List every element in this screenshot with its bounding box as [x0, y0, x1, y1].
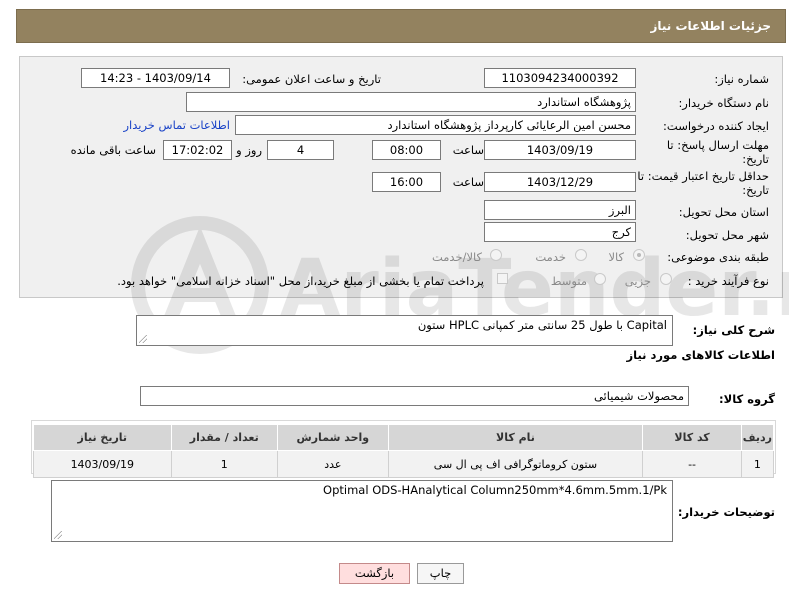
reply-deadline-label: مهلت ارسال پاسخ: تا تاریخ: — [666, 138, 769, 166]
description-text: ستون HPLC با طول 25 سانتی متر کمپانی Cap… — [417, 318, 667, 332]
col-header-qty: تعداد / مقدار — [170, 424, 279, 451]
category-label: طبقه بندی موضوعی: — [667, 250, 769, 264]
process-option-minor: جزیی — [624, 274, 651, 288]
buyer-contact-link[interactable]: اطلاعات تماس خریدار — [123, 118, 230, 132]
category-radio-goods[interactable] — [633, 249, 645, 261]
reply-time-field: 08:00 — [372, 140, 441, 160]
province-field: البرز — [484, 200, 636, 220]
goods-section-title: اطلاعات کالاهای مورد نیاز — [626, 348, 775, 362]
resize-handle-icon[interactable] — [54, 531, 62, 539]
col-header-row: ردیف — [740, 424, 775, 451]
need-number-field: 1103094234000392 — [484, 68, 636, 88]
goods-table: ردیف کد کالا نام کالا واحد شمارش تعداد /… — [33, 424, 775, 478]
city-field: کرج — [484, 222, 636, 242]
buyer-notes-textarea: Optimal ODS-HAnalytical Column250mm*4.6m… — [51, 480, 673, 542]
category-option-goods-service: کالا/خدمت — [431, 250, 482, 264]
back-button[interactable]: بازگشت — [339, 563, 410, 584]
table-row: 1 -- ستون کروماتوگرافی اف پی ال سی عدد 1… — [33, 450, 775, 478]
category-radio-service[interactable] — [575, 249, 587, 261]
process-label: نوع فرآیند خرید : — [687, 274, 769, 288]
col-header-name: نام کالا — [387, 424, 644, 451]
print-button[interactable]: چاپ — [417, 563, 464, 584]
treasury-payment-checkbox[interactable] — [497, 273, 508, 284]
cell-row: 1 — [740, 450, 775, 478]
price-deadline-label: حداقل تاریخ اعتبار قیمت: تا تاریخ: — [637, 169, 769, 197]
buyer-org-field: پژوهشگاه استاندارد — [186, 92, 636, 112]
cell-name: ستون کروماتوگرافی اف پی ال سی — [387, 450, 644, 478]
announce-date-field: 1403/09/14 - 14:23 — [81, 68, 230, 88]
buyer-org-label: نام دستگاه خریدار: — [678, 96, 769, 110]
creator-field: محسن امین الرعایائی کارپرداز پژوهشگاه اس… — [235, 115, 636, 135]
cell-unit: عدد — [277, 450, 389, 478]
creator-label: ایجاد کننده درخواست: — [663, 119, 769, 133]
page-header: جزئیات اطلاعات نیاز — [16, 9, 786, 43]
category-radio-goods-service[interactable] — [490, 249, 502, 261]
page-title: جزئیات اطلاعات نیاز — [650, 19, 771, 33]
need-number-label: شماره نیاز: — [714, 72, 769, 86]
category-option-service: خدمت — [535, 250, 566, 264]
remaining-time-field: 17:02:02 — [163, 140, 232, 160]
price-date-field: 1403/12/29 — [484, 172, 636, 192]
days-remaining-field: 4 — [267, 140, 334, 160]
process-option-medium: متوسط — [550, 274, 587, 288]
province-label: استان محل تحویل: — [678, 205, 769, 219]
city-label: شهر محل تحویل: — [685, 228, 769, 242]
announce-date-label: تاریخ و ساعت اعلان عمومی: — [242, 72, 381, 86]
remaining-time-label: ساعت باقی مانده — [70, 143, 156, 157]
goods-group-label: گروه کالا: — [719, 392, 775, 406]
col-header-code: کد کالا — [642, 424, 742, 451]
price-time-label: ساعت — [452, 175, 484, 189]
description-label: شرح کلی نیاز: — [692, 323, 775, 337]
category-option-goods: کالا — [608, 250, 624, 264]
goods-table-header: ردیف کد کالا نام کالا واحد شمارش تعداد /… — [33, 424, 775, 451]
col-header-unit: واحد شمارش — [277, 424, 389, 451]
description-textarea: ستون HPLC با طول 25 سانتی متر کمپانی Cap… — [136, 315, 673, 346]
buyer-notes-text: Optimal ODS-HAnalytical Column250mm*4.6m… — [323, 483, 667, 497]
process-radio-minor[interactable] — [660, 273, 672, 285]
process-radio-medium[interactable] — [594, 273, 606, 285]
col-header-date: تاریخ نیاز — [33, 424, 172, 451]
treasury-payment-note: پرداخت تمام یا بخشی از مبلغ خرید،از محل … — [117, 274, 484, 288]
goods-group-field: محصولات شیمیائی — [140, 386, 689, 406]
days-label: روز و — [236, 143, 262, 157]
cell-qty: 1 — [170, 450, 279, 478]
cell-date: 1403/09/19 — [33, 450, 172, 478]
reply-time-label: ساعت — [452, 143, 484, 157]
cell-code: -- — [642, 450, 742, 478]
buyer-notes-label: توضیحات خریدار: — [677, 505, 775, 519]
price-time-field: 16:00 — [372, 172, 441, 192]
resize-handle-icon[interactable] — [139, 335, 147, 343]
reply-date-field: 1403/09/19 — [484, 140, 636, 160]
